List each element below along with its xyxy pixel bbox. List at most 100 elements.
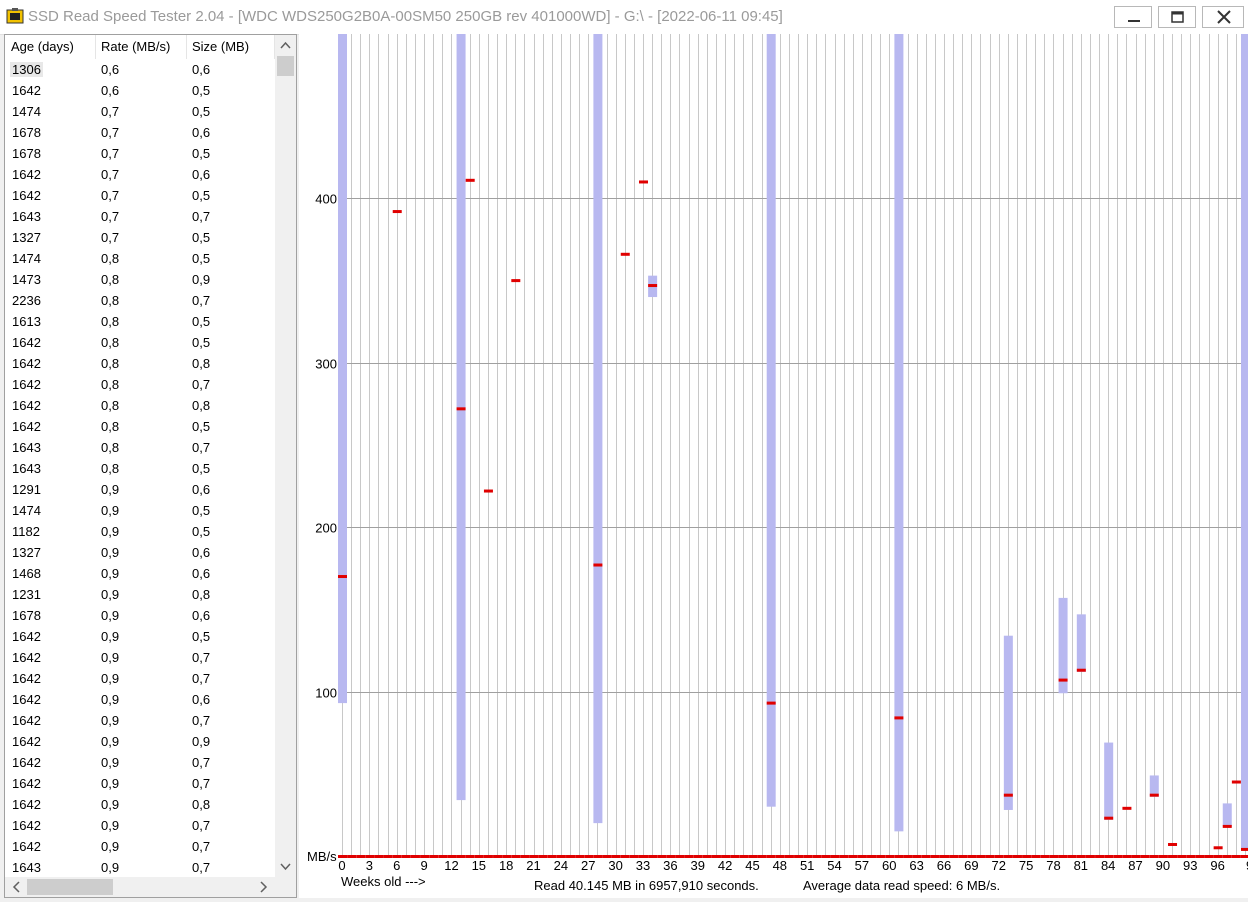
list-item[interactable]: 1327 0,9 0,6 (5, 542, 275, 563)
list-item[interactable]: 1642 0,9 0,7 (5, 836, 275, 857)
size-cell: 0,7 (192, 860, 211, 875)
size-cell: 0,9 (192, 734, 211, 749)
list-item[interactable]: 1678 0,7 0,6 (5, 122, 275, 143)
average-speed-mark (1231, 780, 1241, 784)
average-speed-mark (511, 279, 521, 283)
file-list[interactable]: Age (days) Rate (MB/s) Size (MB) 1306 0,6… (4, 34, 297, 898)
list-item[interactable]: 1642 0,9 0,8 (5, 794, 275, 815)
rate-cell: 0,9 (101, 776, 120, 791)
list-item[interactable]: 1642 0,7 0,5 (5, 185, 275, 206)
size-cell: 0,9 (192, 272, 211, 287)
average-speed-mark (1213, 846, 1223, 850)
age-cell: 2236 (12, 293, 41, 308)
size-cell: 0,7 (192, 377, 211, 392)
size-cell: 0,5 (192, 629, 211, 644)
rate-cell: 0,7 (101, 209, 120, 224)
size-cell: 0,5 (192, 188, 211, 203)
age-cell: 1642 (12, 356, 41, 371)
list-item[interactable]: 1642 0,8 0,8 (5, 395, 275, 416)
age-cell: 1678 (12, 125, 41, 140)
list-item[interactable]: 1642 0,9 0,7 (5, 668, 275, 689)
list-item[interactable]: 1642 0,9 0,7 (5, 647, 275, 668)
horizontal-scroll-thumb[interactable] (27, 879, 113, 895)
list-item[interactable]: 1474 0,7 0,5 (5, 101, 275, 122)
list-item[interactable]: 1182 0,9 0,5 (5, 521, 275, 542)
list-item[interactable]: 1642 0,8 0,5 (5, 416, 275, 437)
column-header-size[interactable]: Size (MB) (192, 39, 249, 54)
list-item[interactable]: 1474 0,8 0,5 (5, 248, 275, 269)
list-item[interactable]: 1473 0,8 0,9 (5, 269, 275, 290)
list-item[interactable]: 1642 0,9 0,7 (5, 815, 275, 836)
list-item[interactable]: 1642 0,9 0,6 (5, 689, 275, 710)
x-tick-label: 33 (636, 858, 650, 873)
maximize-button[interactable] (1158, 6, 1196, 28)
x-tick-label: 15 (472, 858, 486, 873)
horizontal-scrollbar[interactable] (5, 877, 275, 897)
x-tick-label: 6 (393, 858, 400, 873)
scroll-right-arrow-icon[interactable] (253, 877, 273, 897)
list-item[interactable]: 1642 0,8 0,8 (5, 353, 275, 374)
scroll-up-arrow-icon[interactable] (275, 35, 296, 55)
speed-range-bar (456, 34, 466, 801)
x-tick-label: 90 (1156, 858, 1170, 873)
list-item[interactable]: 1678 0,9 0,6 (5, 605, 275, 626)
list-item[interactable]: 1643 0,8 0,7 (5, 437, 275, 458)
x-tick-label: 87 (1128, 858, 1142, 873)
vertical-scroll-thumb[interactable] (277, 56, 294, 76)
title-bar[interactable]: SSD Read Speed Tester 2.04 - [WDC WDS250… (0, 0, 1248, 35)
baseline-average-mark (356, 855, 366, 858)
rate-cell: 0,6 (101, 83, 120, 98)
list-item[interactable]: 1474 0,9 0,5 (5, 500, 275, 521)
close-button[interactable] (1202, 6, 1244, 28)
column-header-rate[interactable]: Rate (MB/s) (101, 39, 170, 54)
x-tick-label: 78 (1046, 858, 1060, 873)
list-item[interactable]: 2236 0,8 0,7 (5, 290, 275, 311)
column-header-age[interactable]: Age (days) (11, 39, 74, 54)
x-axis-title: Weeks old ---> (341, 874, 426, 889)
list-item[interactable]: 1642 0,9 0,5 (5, 626, 275, 647)
list-item[interactable]: 1643 0,7 0,7 (5, 206, 275, 227)
scroll-left-arrow-icon[interactable] (7, 877, 27, 897)
speed-range-bar (1003, 635, 1013, 810)
x-tick-label: 60 (882, 858, 896, 873)
column-divider[interactable] (95, 35, 96, 59)
size-cell: 0,7 (192, 818, 211, 833)
list-item[interactable]: 1642 0,9 0,7 (5, 773, 275, 794)
scroll-down-arrow-icon[interactable] (275, 857, 296, 877)
rate-cell: 0,9 (101, 587, 120, 602)
list-item[interactable]: 1642 0,8 0,7 (5, 374, 275, 395)
list-item[interactable]: 1231 0,9 0,8 (5, 584, 275, 605)
average-speed-text: Average data read speed: 6 MB/s. (803, 878, 1000, 893)
baseline-average-mark (410, 855, 420, 858)
list-item[interactable]: 1306 0,6 0,6 (5, 59, 275, 80)
vertical-scrollbar[interactable] (275, 35, 296, 877)
window-title: SSD Read Speed Tester 2.04 - [WDC WDS250… (28, 8, 783, 25)
list-item[interactable]: 1613 0,8 0,5 (5, 311, 275, 332)
list-item[interactable]: 1291 0,9 0,6 (5, 479, 275, 500)
speed-range-bar (593, 34, 603, 824)
rate-cell: 0,8 (101, 335, 120, 350)
list-item[interactable]: 1642 0,7 0,6 (5, 164, 275, 185)
column-divider[interactable] (186, 35, 187, 59)
y-tick-label: 400 (315, 192, 337, 207)
baseline-average-mark (347, 855, 357, 858)
list-item[interactable]: 1642 0,6 0,5 (5, 80, 275, 101)
speed-range-bar (766, 34, 776, 807)
minimize-button[interactable] (1114, 6, 1152, 28)
speed-range-bars (338, 34, 1248, 850)
list-item[interactable]: 1468 0,9 0,6 (5, 563, 275, 584)
list-item[interactable]: 1678 0,7 0,5 (5, 143, 275, 164)
list-item[interactable]: 1642 0,9 0,9 (5, 731, 275, 752)
list-item[interactable]: 1642 0,9 0,7 (5, 710, 275, 731)
list-item[interactable]: 1642 0,8 0,5 (5, 332, 275, 353)
list-item[interactable]: 1643 0,9 0,7 (5, 857, 275, 878)
list-item[interactable]: 1643 0,8 0,5 (5, 458, 275, 479)
baseline-average-mark (429, 855, 439, 858)
size-cell: 0,8 (192, 797, 211, 812)
list-rows: 1306 0,6 0,6 1642 0,6 0,5 1474 0,7 0,5 1678 0,7 0,6… (5, 59, 275, 878)
average-speed-mark (1058, 678, 1068, 682)
list-item[interactable]: 1642 0,9 0,7 (5, 752, 275, 773)
size-cell: 0,7 (192, 776, 211, 791)
x-tick-label: 66 (937, 858, 951, 873)
list-item[interactable]: 1327 0,7 0,5 (5, 227, 275, 248)
